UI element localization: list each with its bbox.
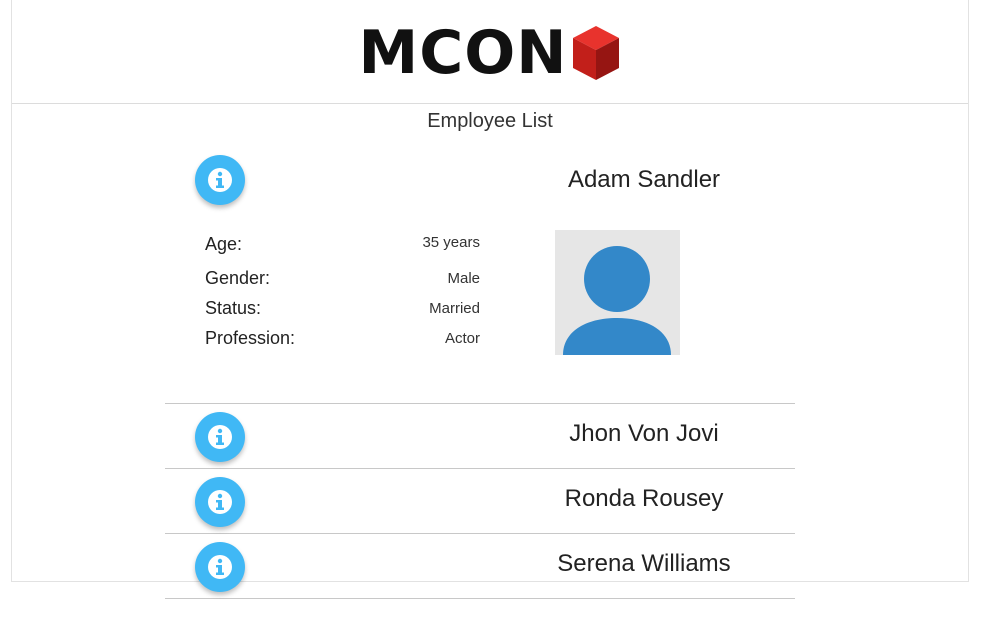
- employee-details: Age: 35 years Gender: Male Status: Marri…: [165, 230, 795, 403]
- detail-label-gender: Gender:: [205, 268, 271, 288]
- employee-name: Adam Sandler: [567, 166, 721, 193]
- employee-name: Ronda Rousey: [564, 485, 724, 512]
- detail-value-profession: Actor: [444, 330, 480, 347]
- employee-list: Adam Sandler Age: 35 years Gender: Male …: [165, 138, 795, 599]
- employee-name: Serena Williams: [557, 550, 731, 577]
- detail-value-age: 35 years: [422, 234, 480, 251]
- employee-row-header[interactable]: Jhon Von Jovi: [165, 404, 795, 468]
- info-button[interactable]: [195, 477, 245, 527]
- page-title: Employee List: [427, 110, 553, 132]
- detail-value-gender: Male: [447, 270, 480, 287]
- employee-avatar: [555, 230, 680, 355]
- employee-name: Jhon Von Jovi: [569, 420, 719, 447]
- user-avatar-icon: [555, 230, 680, 355]
- cube-logo-icon: [573, 25, 620, 80]
- employee-row-header[interactable]: Ronda Rousey: [165, 469, 795, 533]
- info-circle-icon: [208, 425, 232, 449]
- logo-text: MCON: [358, 17, 568, 88]
- detail-label-status: Status:: [205, 298, 262, 318]
- info-button[interactable]: [195, 412, 245, 462]
- info-circle-icon: [208, 168, 232, 192]
- detail-value-status: Married: [429, 300, 480, 317]
- info-button[interactable]: [195, 155, 245, 205]
- info-circle-icon: [208, 555, 232, 579]
- employee-row-header[interactable]: Serena Williams: [165, 534, 795, 598]
- detail-label-profession: Profession:: [205, 328, 296, 348]
- info-button[interactable]: [195, 542, 245, 592]
- header: MCON: [12, 0, 968, 104]
- employee-row: Ronda Rousey: [165, 469, 795, 534]
- employee-row: Jhon Von Jovi: [165, 404, 795, 469]
- detail-label-age: Age:: [205, 234, 243, 254]
- info-circle-icon: [208, 490, 232, 514]
- employee-row-header[interactable]: Adam Sandler: [165, 138, 795, 230]
- employee-row: Adam Sandler Age: 35 years Gender: Male …: [165, 138, 795, 404]
- brand-logo: MCON: [359, 23, 622, 83]
- employee-row: Serena Williams: [165, 534, 795, 599]
